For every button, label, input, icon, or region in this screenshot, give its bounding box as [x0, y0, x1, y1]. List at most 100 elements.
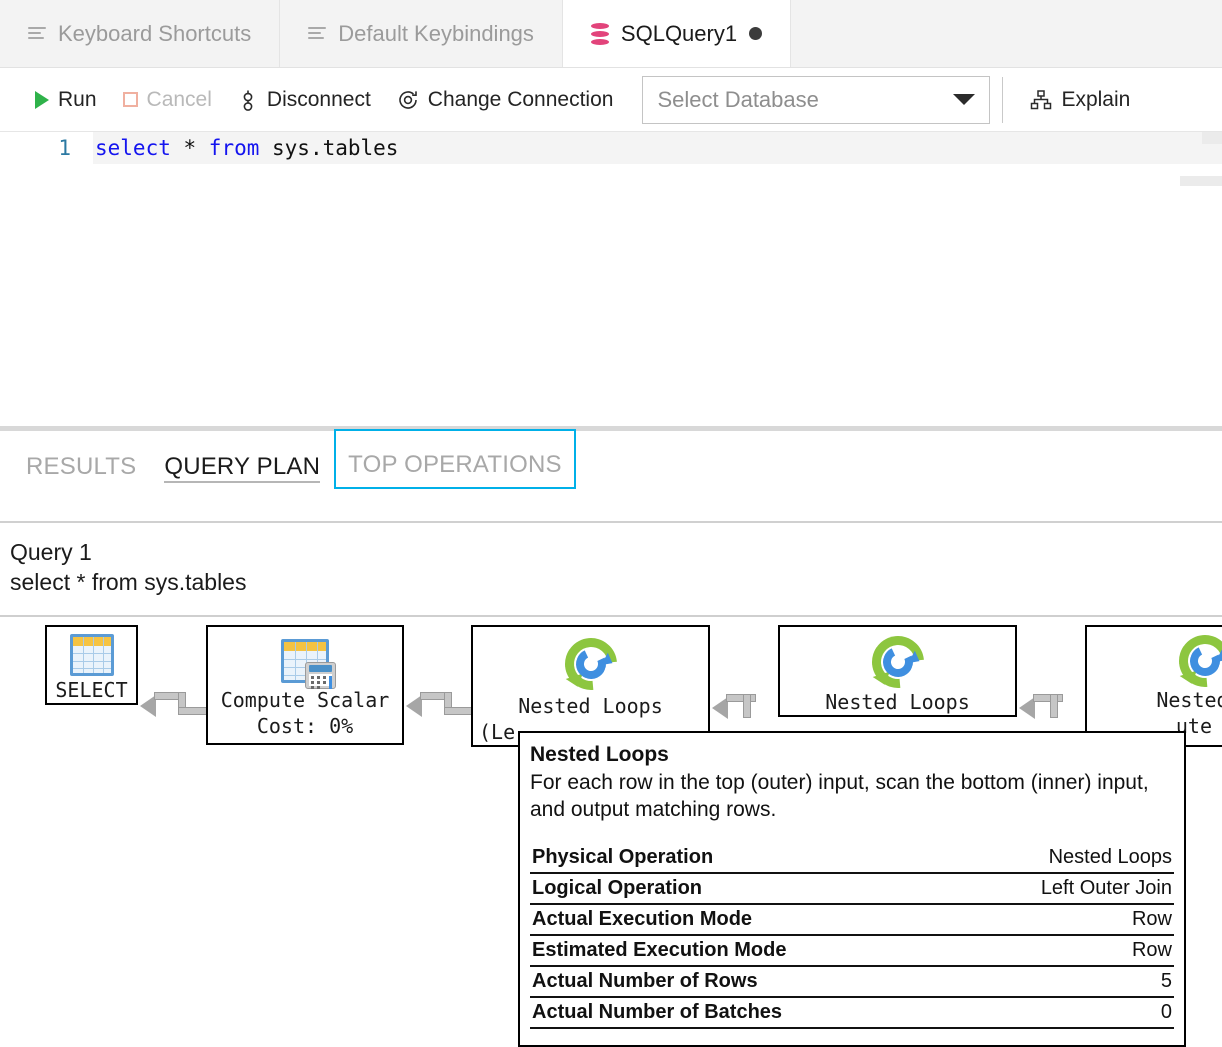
plan-node-cost: Cost: 0% [257, 713, 353, 739]
grid-calculator-icon [281, 639, 329, 683]
tooltip-row: Actual Number of Rows 5 [530, 965, 1174, 996]
plan-node-label: Nested Loops [518, 693, 663, 719]
tooltip-spacer [530, 823, 1174, 843]
plan-arrow-4 [1019, 697, 1085, 727]
tab-keyboard-shortcuts[interactable]: Keyboard Shortcuts [0, 0, 280, 67]
database-select-value: Select Database [657, 87, 818, 113]
tab-results[interactable]: RESULTS [12, 431, 150, 491]
plan-header: Query 1 select * from sys.tables [0, 523, 1222, 607]
refresh-connection-icon [397, 89, 419, 111]
plan-query-text: select * from sys.tables [10, 567, 1212, 597]
token-from: from [209, 136, 260, 160]
tab-top-operations-label: TOP OPERATIONS [348, 451, 562, 478]
disconnect-label: Disconnect [267, 88, 371, 112]
run-button[interactable]: Run [22, 78, 110, 122]
plan-query-title: Query 1 [10, 537, 1212, 567]
lines-icon [28, 26, 46, 42]
tooltip-row-key: Actual Number of Batches [532, 1001, 782, 1024]
token-identifier: sys.tables [259, 136, 398, 160]
tooltip-row-value: Row [1132, 939, 1172, 962]
plan-arrow-2 [406, 695, 474, 725]
tooltip-description: For each row in the top (outer) input, s… [530, 769, 1174, 823]
cancel-label: Cancel [147, 88, 212, 112]
tab-bar-filler [791, 0, 1222, 67]
tab-label: SQLQuery1 [621, 21, 737, 47]
explain-button[interactable]: Explain [1017, 78, 1143, 122]
tooltip-row-value: 0 [1161, 1001, 1172, 1024]
tab-sqlquery1[interactable]: SQLQuery1 [563, 0, 791, 67]
tooltip-row-key: Logical Operation [532, 877, 702, 900]
cancel-button[interactable]: Cancel [110, 78, 225, 122]
tooltip-row-key: Physical Operation [532, 846, 713, 869]
nested-loops-icon [872, 636, 924, 688]
tooltip-row-clipped [530, 1027, 1174, 1045]
plug-disconnect-icon [238, 89, 258, 111]
results-tab-bar: RESULTS QUERY PLAN TOP OPERATIONS [0, 431, 1222, 513]
node-icon-slot [281, 635, 329, 687]
tab-default-keybindings[interactable]: Default Keybindings [280, 0, 563, 67]
run-label: Run [58, 88, 97, 112]
editor-line-1[interactable]: 1 select * from sys.tables [0, 132, 1222, 164]
sql-editor-window: Keyboard Shortcuts Default Keybindings S… [0, 0, 1222, 1014]
change-connection-label: Change Connection [428, 88, 614, 112]
node-icon-slot [872, 635, 924, 689]
code-text[interactable]: select * from sys.tables [93, 132, 1222, 164]
disconnect-button[interactable]: Disconnect [225, 78, 384, 122]
tab-bar: Keyboard Shortcuts Default Keybindings S… [0, 0, 1222, 68]
tab-query-plan[interactable]: QUERY PLAN [150, 431, 334, 491]
database-icon [591, 23, 609, 45]
sql-editor[interactable]: 1 select * from sys.tables [0, 132, 1222, 426]
tooltip-row-key: Actual Number of Rows [532, 970, 758, 993]
tooltip-row: Estimated Execution Mode Row [530, 934, 1174, 965]
plan-node-compute-scalar[interactable]: Compute Scalar Cost: 0% [206, 625, 404, 745]
sitemap-icon [1030, 89, 1052, 111]
nested-loops-icon [565, 638, 617, 690]
tooltip-row: Logical Operation Left Outer Join [530, 872, 1174, 903]
plan-node-nested-loops-1[interactable]: Nested Loops (Le [471, 625, 710, 747]
tab-label: Keyboard Shortcuts [58, 21, 251, 47]
tab-results-label: RESULTS [26, 453, 136, 480]
database-select[interactable]: Select Database [642, 76, 990, 124]
plan-node-sublabel: (Le [473, 719, 515, 745]
tab-top-operations[interactable]: TOP OPERATIONS [334, 429, 576, 489]
plan-node-nested-loops-2[interactable]: Nested Loops [778, 625, 1017, 717]
stop-square-icon [123, 92, 138, 107]
plan-node-select[interactable]: SELECT [45, 625, 138, 705]
toolbar-divider [1002, 77, 1003, 123]
plan-node-label: SELECT [55, 677, 127, 703]
tab-label: Default Keybindings [338, 21, 534, 47]
editor-scroll-decoration [1202, 132, 1222, 144]
chevron-down-icon[interactable] [953, 94, 975, 105]
tooltip-row-value: Row [1132, 908, 1172, 931]
tooltip-row: Actual Execution Mode Row [530, 903, 1174, 934]
tab-query-plan-label: QUERY PLAN [164, 453, 320, 480]
plan-node-nested-loops-3[interactable]: Nested L ute t: [1085, 625, 1222, 747]
line-number: 1 [0, 132, 93, 164]
editor-scroll-decoration-2 [1180, 176, 1222, 186]
plan-node-label: Nested Loops [825, 689, 970, 715]
lines-icon [308, 26, 326, 42]
grid-icon [70, 634, 114, 676]
change-connection-button[interactable]: Change Connection [384, 78, 627, 122]
tooltip-row: Actual Number of Batches 0 [530, 996, 1174, 1027]
plan-node-label: Compute Scalar [221, 687, 390, 713]
play-icon [35, 91, 49, 109]
tooltip-row-key: Estimated Execution Mode [532, 939, 787, 962]
unsaved-indicator-icon[interactable] [749, 27, 762, 40]
node-icon-slot [565, 635, 617, 693]
tooltip-row-value: Left Outer Join [1041, 877, 1172, 900]
calculator-icon [305, 662, 336, 689]
nested-loops-icon [1179, 635, 1222, 687]
tooltip-title: Nested Loops [530, 741, 1174, 769]
plan-arrow-1 [140, 695, 208, 725]
tooltip-row-key: Actual Execution Mode [532, 908, 752, 931]
token-select: select [95, 136, 171, 160]
query-toolbar: Run Cancel Disconnect Change Connection [0, 68, 1222, 132]
plan-node-label: Nested L [1156, 687, 1222, 713]
node-icon-slot [70, 633, 114, 677]
explain-label: Explain [1061, 88, 1130, 112]
tooltip-row: Physical Operation Nested Loops [530, 843, 1174, 872]
node-icon-slot [1179, 635, 1222, 687]
plan-node-tooltip: Nested Loops For each row in the top (ou… [518, 731, 1186, 1047]
plan-arrow-3 [712, 697, 778, 727]
